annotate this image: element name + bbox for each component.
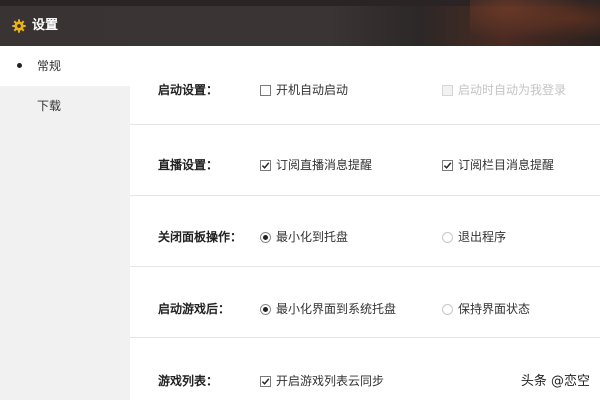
auto-login-checkbox: 启动时自动为我登录 <box>442 82 566 98</box>
checkbox-checked-icon <box>442 160 453 171</box>
auto-start-checkbox[interactable]: 开机自动启动 <box>260 82 348 98</box>
row-live-settings: 直播设置： 订阅直播消息提醒 订阅栏目消息提醒 <box>130 125 600 196</box>
column-notify-label: 订阅栏目消息提醒 <box>458 158 555 172</box>
row-after-game-start: 启动游戏后： 最小化界面到系统托盘 保持界面状态 <box>130 267 600 338</box>
gear-icon <box>12 19 26 33</box>
live-notify-checkbox[interactable]: 订阅直播消息提醒 <box>260 157 372 173</box>
game-list-label: 游戏列表： <box>158 374 219 388</box>
checkbox-unchecked-icon <box>260 85 271 96</box>
sidebar-item-download[interactable]: 下载 <box>0 86 130 126</box>
keep-ui-state-label: 保持界面状态 <box>458 302 531 316</box>
startup-settings-label: 启动设置： <box>158 83 219 97</box>
radio-selected-icon <box>260 232 271 243</box>
sidebar-item-label: 下载 <box>37 99 62 113</box>
minimize-to-tray-label: 最小化到托盘 <box>276 230 349 244</box>
cloud-sync-checkbox[interactable]: 开启游戏列表云同步 <box>260 373 384 389</box>
keep-ui-state-radio[interactable]: 保持界面状态 <box>442 301 530 317</box>
radio-selected-icon <box>260 304 271 315</box>
minimize-to-tray-radio[interactable]: 最小化到托盘 <box>260 229 348 245</box>
column-notify-checkbox[interactable]: 订阅栏目消息提醒 <box>442 157 554 173</box>
watermark-text: 头条 @恋空 <box>520 374 590 389</box>
checkbox-checked-icon <box>260 160 271 171</box>
minimize-ui-to-tray-radio[interactable]: 最小化界面到系统托盘 <box>260 301 396 317</box>
sidebar-item-label: 常规 <box>37 59 62 73</box>
settings-sidebar: 常规 下载 <box>0 46 130 400</box>
settings-content: 启动设置： 开机自动启动 启动时自动为我登录 直播设置： 订阅直播消息提醒 订阅… <box>130 46 600 400</box>
row-game-list: 游戏列表： 开启游戏列表云同步 <box>130 338 600 400</box>
row-startup-settings: 启动设置： 开机自动启动 启动时自动为我登录 <box>130 54 600 125</box>
row-close-panel: 关闭面板操作： 最小化到托盘 退出程序 <box>130 196 600 267</box>
title-bar: 设置 <box>0 0 600 46</box>
exit-program-radio[interactable]: 退出程序 <box>442 229 506 245</box>
window-title: 设置 <box>32 18 59 33</box>
live-notify-label: 订阅直播消息提醒 <box>276 158 373 172</box>
auto-start-label: 开机自动启动 <box>276 83 349 97</box>
checkbox-checked-icon <box>260 376 271 387</box>
settings-window: 设置 常规 下载 启动设置： 开机自动启动 启动时自动为我登录 直播设置： 订阅… <box>0 0 600 400</box>
active-bullet-icon <box>17 63 22 68</box>
title-bar-background-art <box>470 0 600 46</box>
radio-unselected-icon <box>442 304 453 315</box>
exit-program-label: 退出程序 <box>458 230 507 244</box>
cloud-sync-label: 开启游戏列表云同步 <box>276 374 385 388</box>
minimize-ui-to-tray-label: 最小化界面到系统托盘 <box>276 302 397 316</box>
radio-unselected-icon <box>442 232 453 243</box>
live-settings-label: 直播设置： <box>158 158 219 172</box>
close-panel-label: 关闭面板操作： <box>158 230 243 244</box>
sidebar-item-general[interactable]: 常规 <box>0 46 130 86</box>
auto-login-label: 启动时自动为我登录 <box>458 83 567 97</box>
checkbox-disabled-icon <box>442 85 453 96</box>
after-game-start-label: 启动游戏后： <box>158 302 231 316</box>
